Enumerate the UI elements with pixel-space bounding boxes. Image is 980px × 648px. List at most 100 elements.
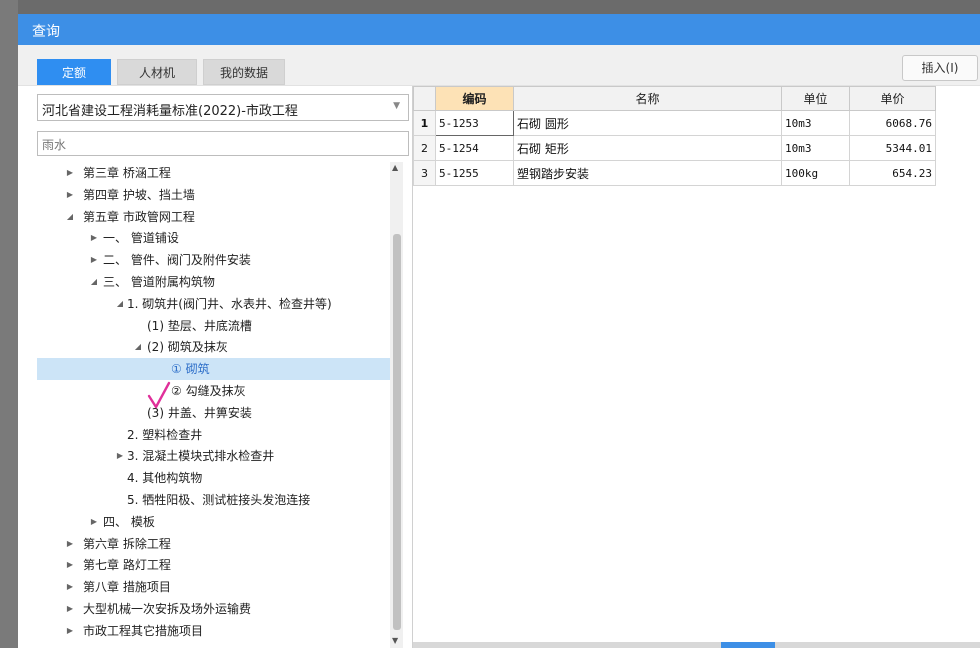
- results-table-body: 1 5-1253 石砌 圆形 10m3 6068.76 2 5-1254 石砌 矩形 10m3 5…: [413, 110, 936, 186]
- triangle-down-icon[interactable]: ◢: [89, 271, 99, 293]
- triangle-right-icon[interactable]: ▶: [65, 162, 75, 184]
- tree-item-label: 第五章 市政管网工程: [83, 209, 195, 224]
- triangle-right-icon[interactable]: ▶: [115, 445, 125, 467]
- search-input[interactable]: 雨水: [37, 131, 409, 156]
- cell-price[interactable]: 5344.01: [849, 135, 936, 161]
- cell-name[interactable]: 石砌 矩形: [513, 135, 782, 161]
- tree-item[interactable]: ② 勾缝及抹灰: [37, 380, 397, 402]
- tree-item-label: 三、 管道附属构筑物: [103, 275, 215, 289]
- row-number[interactable]: 2: [413, 135, 436, 161]
- tree-item-label: 第七章 路灯工程: [83, 558, 171, 573]
- tree-item[interactable]: (1) 垫层、井底流槽: [37, 315, 397, 337]
- cell-name[interactable]: 石砌 圆形: [513, 110, 782, 136]
- tab-bar: 定额 人材机 我的数据 插入(I): [18, 45, 980, 86]
- triangle-down-icon[interactable]: ◢: [115, 293, 125, 315]
- tree-item-label: 1. 砌筑井(阀门井、水表井、检查井等): [127, 296, 332, 311]
- tree-item[interactable]: ▶ 第六章 拆除工程: [37, 533, 397, 555]
- background-window-strip: [0, 0, 18, 648]
- triangle-down-icon[interactable]: ◢: [65, 206, 75, 228]
- tree-item[interactable]: ▶ 二、 管件、阀门及附件安装: [37, 249, 397, 271]
- grid-splitter[interactable]: [413, 642, 980, 648]
- tree-item[interactable]: ◢ (2) 砌筑及抹灰: [37, 336, 397, 358]
- tab-labor-material-machine[interactable]: 人材机: [117, 59, 197, 85]
- tree-item-label: 四、 模板: [103, 514, 155, 529]
- triangle-right-icon[interactable]: ▶: [65, 598, 75, 620]
- tree-item[interactable]: (3) 井盖、井箅安装: [37, 402, 397, 424]
- tree-item-label: 一、 管道铺设: [103, 231, 179, 246]
- cell-unit[interactable]: 100kg: [781, 160, 850, 186]
- row-number[interactable]: 3: [413, 160, 436, 186]
- tree-item[interactable]: ◢ 第五章 市政管网工程: [37, 206, 397, 228]
- tree-item-label: 第八章 措施项目: [83, 580, 171, 595]
- triangle-right-icon[interactable]: ▶: [89, 249, 99, 271]
- scroll-down-icon[interactable]: ▼: [392, 636, 398, 645]
- triangle-right-icon[interactable]: ▶: [65, 533, 75, 555]
- tree-item-label: ① 砌筑: [171, 362, 210, 377]
- triangle-right-icon[interactable]: ▶: [65, 620, 75, 642]
- cell-code[interactable]: 5-1254: [435, 135, 514, 161]
- table-row[interactable]: 3 5-1255 塑钢踏步安装 100kg 654.23: [413, 160, 936, 186]
- row-number[interactable]: 1: [413, 110, 436, 136]
- table-row[interactable]: 1 5-1253 石砌 圆形 10m3 6068.76: [413, 110, 936, 136]
- triangle-down-icon[interactable]: ◢: [133, 336, 143, 358]
- check-mark-icon: [147, 381, 171, 409]
- tree-item-label: 第三章 桥涵工程: [83, 166, 171, 180]
- tree-item[interactable]: ▶ 第八章 措施项目: [37, 576, 397, 598]
- tree-item[interactable]: ▶ 第四章 护坡、挡土墙: [37, 184, 397, 206]
- tree-item[interactable]: ◢ 1. 砌筑井(阀门井、水表井、检查井等): [37, 293, 397, 315]
- tree-item[interactable]: ▶ 3. 混凝土模块式排水检查井: [37, 445, 397, 467]
- table-row[interactable]: 2 5-1254 石砌 矩形 10m3 5344.01: [413, 135, 936, 161]
- table-header-row: 编码 名称 单位 单价: [413, 86, 936, 111]
- standard-select-value: 河北省建设工程消耗量标准(2022)-市政工程: [42, 104, 298, 119]
- query-dialog: 查询 定额 人材机 我的数据 插入(I) 河北省建设工程消耗量标准(2022)-…: [18, 14, 980, 648]
- standard-select[interactable]: 河北省建设工程消耗量标准(2022)-市政工程 ▼: [37, 94, 409, 121]
- insert-button[interactable]: 插入(I): [902, 55, 978, 81]
- left-pane: 河北省建设工程消耗量标准(2022)-市政工程 ▼ 雨水 ▶ 第三章 桥涵工程 ▶ 第…: [37, 94, 409, 648]
- results-grid: 编码 名称 单位 单价 1 5-1253 石砌 圆形 10m3 6068.76 2 5-12…: [412, 86, 980, 648]
- triangle-right-icon[interactable]: ▶: [65, 576, 75, 598]
- cell-code[interactable]: 5-1253: [435, 110, 514, 136]
- tree-item-label: 二、 管件、阀门及附件安装: [103, 253, 251, 268]
- triangle-right-icon[interactable]: ▶: [89, 511, 99, 533]
- tree-scrollbar-thumb[interactable]: [393, 234, 401, 630]
- column-header-price[interactable]: 单价: [849, 86, 936, 111]
- tree-item[interactable]: ▶ 第七章 路灯工程: [37, 554, 397, 576]
- tree-item[interactable]: 4. 其他构筑物: [37, 467, 397, 489]
- tree-item[interactable]: ▶ 大型机械一次安拆及场外运输费: [37, 598, 397, 620]
- column-header-code[interactable]: 编码: [435, 86, 514, 111]
- dialog-titlebar[interactable]: 查询: [18, 14, 980, 45]
- splitter-handle[interactable]: [721, 642, 775, 648]
- cell-unit[interactable]: 10m3: [781, 135, 850, 161]
- tree-item[interactable]: ▶ 四、 模板: [37, 511, 397, 533]
- tree-item[interactable]: ▶ 市政工程其它措施项目: [37, 620, 397, 642]
- tree-item-label: 市政工程其它措施项目: [83, 623, 204, 638]
- cell-name[interactable]: 塑钢踏步安装: [513, 160, 782, 186]
- tree-item-label: 3. 混凝土模块式排水检查井: [127, 449, 275, 464]
- row-number-header: [413, 86, 436, 111]
- triangle-right-icon[interactable]: ▶: [65, 554, 75, 576]
- tree-item-label: (2) 砌筑及抹灰: [147, 340, 228, 355]
- scroll-up-icon[interactable]: ▲: [392, 163, 398, 172]
- tree-item-label: ② 勾缝及抹灰: [171, 384, 246, 398]
- cell-price[interactable]: 6068.76: [849, 110, 936, 136]
- tree-scrollbar[interactable]: ▲ ▼: [390, 162, 403, 648]
- tree-item[interactable]: ◢ 三、 管道附属构筑物: [37, 271, 397, 293]
- tree-item-label: 2. 塑料检查井: [127, 427, 203, 442]
- chevron-down-icon: ▼: [393, 101, 400, 111]
- column-header-unit[interactable]: 单位: [781, 86, 850, 111]
- tree-item[interactable]: ▶ 一、 管道铺设: [37, 227, 397, 249]
- triangle-right-icon[interactable]: ▶: [65, 184, 75, 206]
- tree-item-label: 第六章 拆除工程: [83, 536, 171, 551]
- triangle-right-icon[interactable]: ▶: [89, 227, 99, 249]
- tab-my-data[interactable]: 我的数据: [203, 59, 285, 85]
- cell-unit[interactable]: 10m3: [781, 110, 850, 136]
- tree-item-label: 大型机械一次安拆及场外运输费: [83, 602, 252, 616]
- tree-item[interactable]: ① 砌筑: [37, 358, 397, 380]
- cell-price[interactable]: 654.23: [849, 160, 936, 186]
- tree-item[interactable]: 5. 牺牲阳极、测试桩接头发泡连接: [37, 489, 397, 511]
- column-header-name[interactable]: 名称: [513, 86, 782, 111]
- tree-item[interactable]: ▶ 第三章 桥涵工程: [37, 162, 397, 184]
- cell-code[interactable]: 5-1255: [435, 160, 514, 186]
- tab-quota[interactable]: 定额: [37, 59, 111, 85]
- tree-item[interactable]: 2. 塑料检查井: [37, 424, 397, 446]
